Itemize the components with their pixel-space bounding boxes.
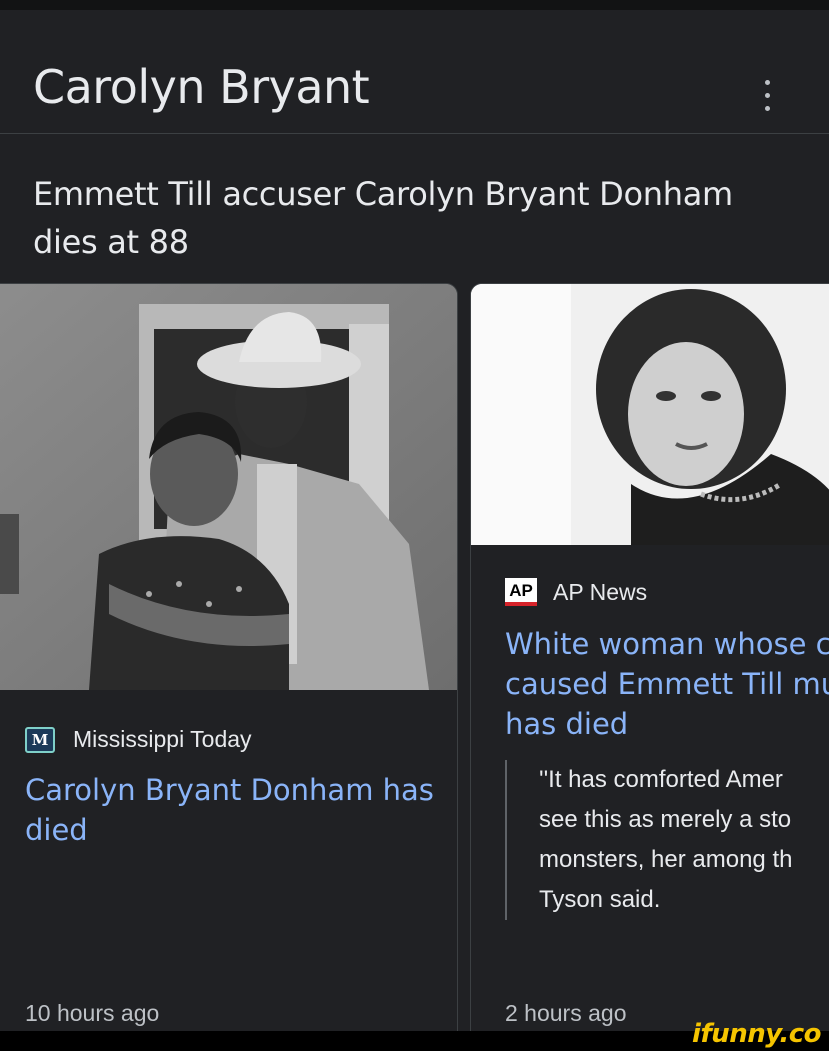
news-photo <box>0 284 457 690</box>
quote-line: monsters, her among th <box>539 846 793 873</box>
news-photo <box>471 284 829 545</box>
source-row: AP AP News <box>505 578 647 606</box>
source-name: AP News <box>553 578 648 605</box>
ap-news-logo: AP <box>505 578 537 606</box>
ifunny-watermark: ifunny.co <box>692 1019 821 1049</box>
title-line: White woman whose c <box>505 627 829 661</box>
page-header: Carolyn Bryant <box>0 10 829 134</box>
article-title-link[interactable]: Carolyn Bryant Donham has died <box>25 770 445 850</box>
title-line: has died <box>505 707 629 741</box>
news-card-ap-news[interactable]: AP AP News White woman whose c caused Em… <box>470 283 829 1043</box>
article-time: 10 hours ago <box>25 1000 160 1026</box>
status-strip <box>0 0 829 10</box>
source-row: M Mississippi Today <box>25 726 252 753</box>
quote-line: see this as merely a sto <box>539 806 792 833</box>
mississippi-today-logo: M <box>25 726 55 753</box>
article-time: 2 hours ago <box>505 1000 627 1026</box>
more-vert-icon[interactable] <box>752 74 782 118</box>
article-title-link[interactable]: White woman whose c caused Emmett Till m… <box>505 624 829 744</box>
article-quote: ''It has comforted Amer see this as mere… <box>505 760 829 920</box>
quote-line: ''It has comforted Amer <box>539 766 783 793</box>
title-line: caused Emmett Till mu <box>505 667 829 701</box>
story-headline: Emmett Till accuser Carolyn Bryant Donha… <box>33 175 733 261</box>
quote-line: Tyson said. <box>539 886 661 913</box>
news-card-mississippi-today[interactable]: M Mississippi Today Carolyn Bryant Donha… <box>0 283 458 1043</box>
page-title: Carolyn Bryant <box>33 60 370 114</box>
source-name: Mississippi Today <box>73 726 252 752</box>
